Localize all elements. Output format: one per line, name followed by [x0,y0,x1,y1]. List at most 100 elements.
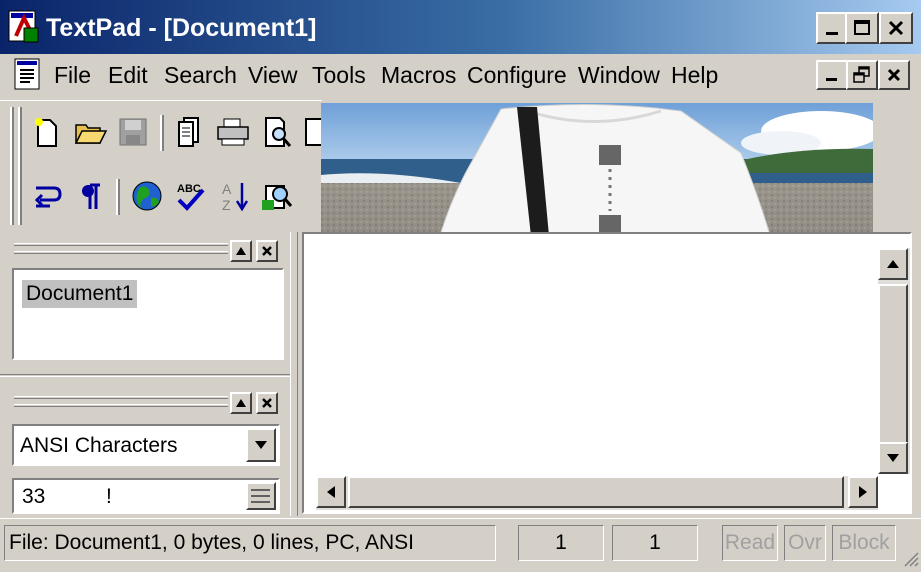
character-glyph: ! [106,485,112,508]
minimize-icon [826,32,838,35]
save-icon [119,118,147,146]
spelling-icon: ABC [177,183,205,211]
document-list-item[interactable]: Document1 [22,280,138,308]
print-button[interactable] [214,113,252,151]
vertical-scrollbar[interactable] [878,248,910,474]
status-bar: File: Document1, 0 bytes, 0 lines, PC, A… [0,518,921,569]
print-preview-icon [265,117,292,147]
document-properties-icon [305,118,322,146]
show-symbols-button[interactable] [72,177,110,215]
toolbar-grip[interactable] [18,107,22,225]
window-title: TextPad - [Document1] [46,14,317,42]
resize-grip-icon [904,552,919,567]
document-minimize-button[interactable] [816,60,848,90]
save-button[interactable] [114,113,152,151]
menu-help[interactable]: Help [671,62,718,89]
menu-view[interactable]: View [248,62,297,89]
chevron-down-icon [255,441,267,449]
document-system-menu-icon[interactable] [14,58,42,92]
status-column-number: 1 [612,525,698,561]
scroll-left-button[interactable] [316,476,346,508]
close-button[interactable] [879,12,913,44]
status-block-indicator: Block [832,525,896,561]
find-in-files-button[interactable] [258,177,296,215]
vertical-splitter[interactable] [290,232,298,516]
menu-window[interactable]: Window [578,62,660,89]
status-file-info: File: Document1, 0 bytes, 0 lines, PC, A… [4,525,496,561]
status-overwrite-indicator: Ovr [784,525,826,561]
doc-panel-grip[interactable] [14,251,228,254]
menu-search[interactable]: Search [164,62,237,89]
open-icon [74,124,108,144]
character-code: 33 [22,485,46,508]
text-editor-area[interactable] [302,232,912,514]
close-icon [262,246,272,256]
save-all-icon [178,117,199,147]
menu-edit[interactable]: Edit [108,62,148,89]
triangle-down-icon [887,454,899,462]
close-icon [888,20,904,36]
menu-bar: File Edit Search View Tools Macros Confi… [0,54,921,98]
character-list[interactable]: 33 ! [12,478,280,514]
menu-file[interactable]: File [54,62,91,89]
save-all-button[interactable] [170,113,208,151]
print-preview-button[interactable] [258,113,296,151]
document-close-button[interactable] [878,60,910,90]
title-bar[interactable]: TextPad - [Document1] [0,0,921,54]
horizontal-scroll-thumb[interactable] [348,476,844,508]
restore-icon [853,66,870,83]
document-selector-list[interactable]: Document1 [12,268,284,360]
doc-panel-close-button[interactable] [256,240,278,262]
word-wrap-icon [34,186,62,208]
toolbar-separator [160,115,164,151]
charset-dropdown-button[interactable] [246,428,276,462]
clip-panel-grip[interactable] [14,404,228,407]
spelling-button[interactable]: ABC [172,177,210,215]
scroll-down-button[interactable] [878,442,908,474]
charset-selected-value: ANSI Characters [20,434,178,457]
size-grip[interactable] [901,549,919,567]
web-browser-button[interactable] [128,177,166,215]
charset-dropdown[interactable]: ANSI Characters [12,424,280,466]
maximize-button[interactable] [845,12,879,44]
open-button[interactable] [72,113,110,151]
menu-configure[interactable]: Configure [467,62,567,89]
doc-panel-grip[interactable] [14,243,228,246]
sort-button[interactable]: AZ [216,177,254,215]
clip-panel-maximize-button[interactable] [230,392,252,414]
clip-panel-close-button[interactable] [256,392,278,414]
close-icon [262,398,272,408]
show-symbols-icon [82,183,100,209]
doc-panel-maximize-button[interactable] [230,240,252,262]
word-wrap-button[interactable] [28,177,66,215]
document-restore-button[interactable] [846,60,878,90]
find-in-files-icon [262,185,293,210]
svg-text:A: A [222,181,232,197]
character-list-spinner[interactable] [246,482,276,510]
status-line-number: 1 [518,525,604,561]
scroll-right-button[interactable] [848,476,878,508]
toolbar-grip[interactable] [10,107,14,225]
menu-tools[interactable]: Tools [312,62,366,89]
clip-panel-grip[interactable] [14,396,228,399]
textpad-app-icon[interactable] [8,10,40,44]
svg-text:Z: Z [222,197,231,213]
triangle-up-icon [887,260,899,268]
minimize-icon [826,78,837,81]
new-button[interactable] [28,113,66,151]
toolbar-overflow-button[interactable] [302,113,322,151]
scroll-up-button[interactable] [878,248,908,280]
status-read-indicator: Read [722,525,778,561]
new-icon [35,118,57,147]
web-browser-icon [132,181,162,211]
triangle-left-icon [327,486,335,498]
svg-text:ABC: ABC [177,183,201,195]
print-icon [217,118,249,146]
maximize-icon [854,20,870,35]
horizontal-scrollbar[interactable] [316,476,878,510]
close-icon [887,68,901,82]
sort-icon: AZ [222,181,249,213]
triangle-right-icon [859,486,867,498]
menu-macros[interactable]: Macros [381,62,456,89]
panel-divider[interactable] [0,374,290,377]
